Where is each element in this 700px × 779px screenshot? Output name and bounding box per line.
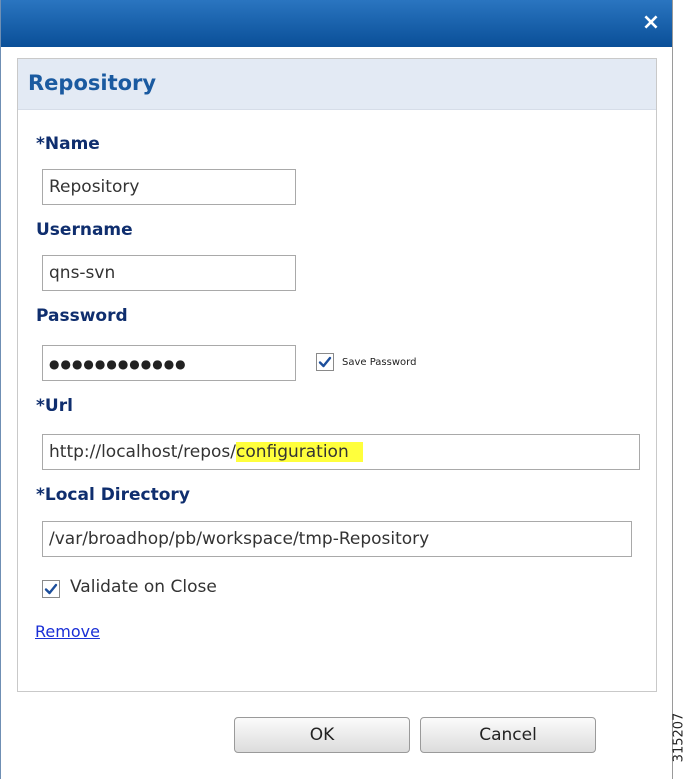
url-highlighted-text: configuration	[235, 442, 363, 462]
repository-dialog: × Repository *Name Repository Username q…	[0, 0, 673, 779]
checkmark-icon	[44, 583, 58, 595]
username-input[interactable]: qns-svn	[42, 255, 296, 291]
panel-title: Repository	[28, 71, 157, 95]
ok-button[interactable]: OK	[234, 717, 410, 753]
local-directory-label: *Local Directory	[36, 485, 190, 505]
username-label: Username	[36, 220, 133, 240]
url-prefix: http://localhost/repos/	[49, 442, 236, 462]
save-password-label: Save Password	[342, 357, 417, 368]
password-masked-value: ●●●●●●●●●●●●	[49, 357, 187, 371]
cancel-button[interactable]: Cancel	[420, 717, 596, 753]
url-input[interactable]: http://localhost/repos/configuration	[42, 434, 640, 470]
figure-id-watermark: 315207	[671, 700, 700, 779]
url-label: *Url	[36, 396, 73, 416]
dialog-titlebar: ×	[1, 0, 672, 47]
repository-panel: Repository *Name Repository Username qns…	[17, 58, 657, 692]
remove-link[interactable]: Remove	[35, 622, 100, 641]
name-input[interactable]: Repository	[42, 169, 296, 205]
validate-on-close-checkbox[interactable]	[42, 580, 60, 598]
local-directory-input[interactable]: /var/broadhop/pb/workspace/tmp-Repositor…	[42, 521, 632, 557]
validate-on-close-label: Validate on Close	[70, 577, 217, 597]
checkmark-icon	[318, 356, 332, 368]
figure-id-text: 315207	[671, 712, 687, 763]
panel-header: Repository	[18, 59, 656, 110]
save-password-checkbox[interactable]	[316, 353, 334, 371]
password-input[interactable]: ●●●●●●●●●●●●	[42, 345, 296, 381]
close-icon[interactable]: ×	[640, 12, 662, 34]
name-label: *Name	[36, 134, 100, 154]
password-label: Password	[36, 306, 128, 326]
